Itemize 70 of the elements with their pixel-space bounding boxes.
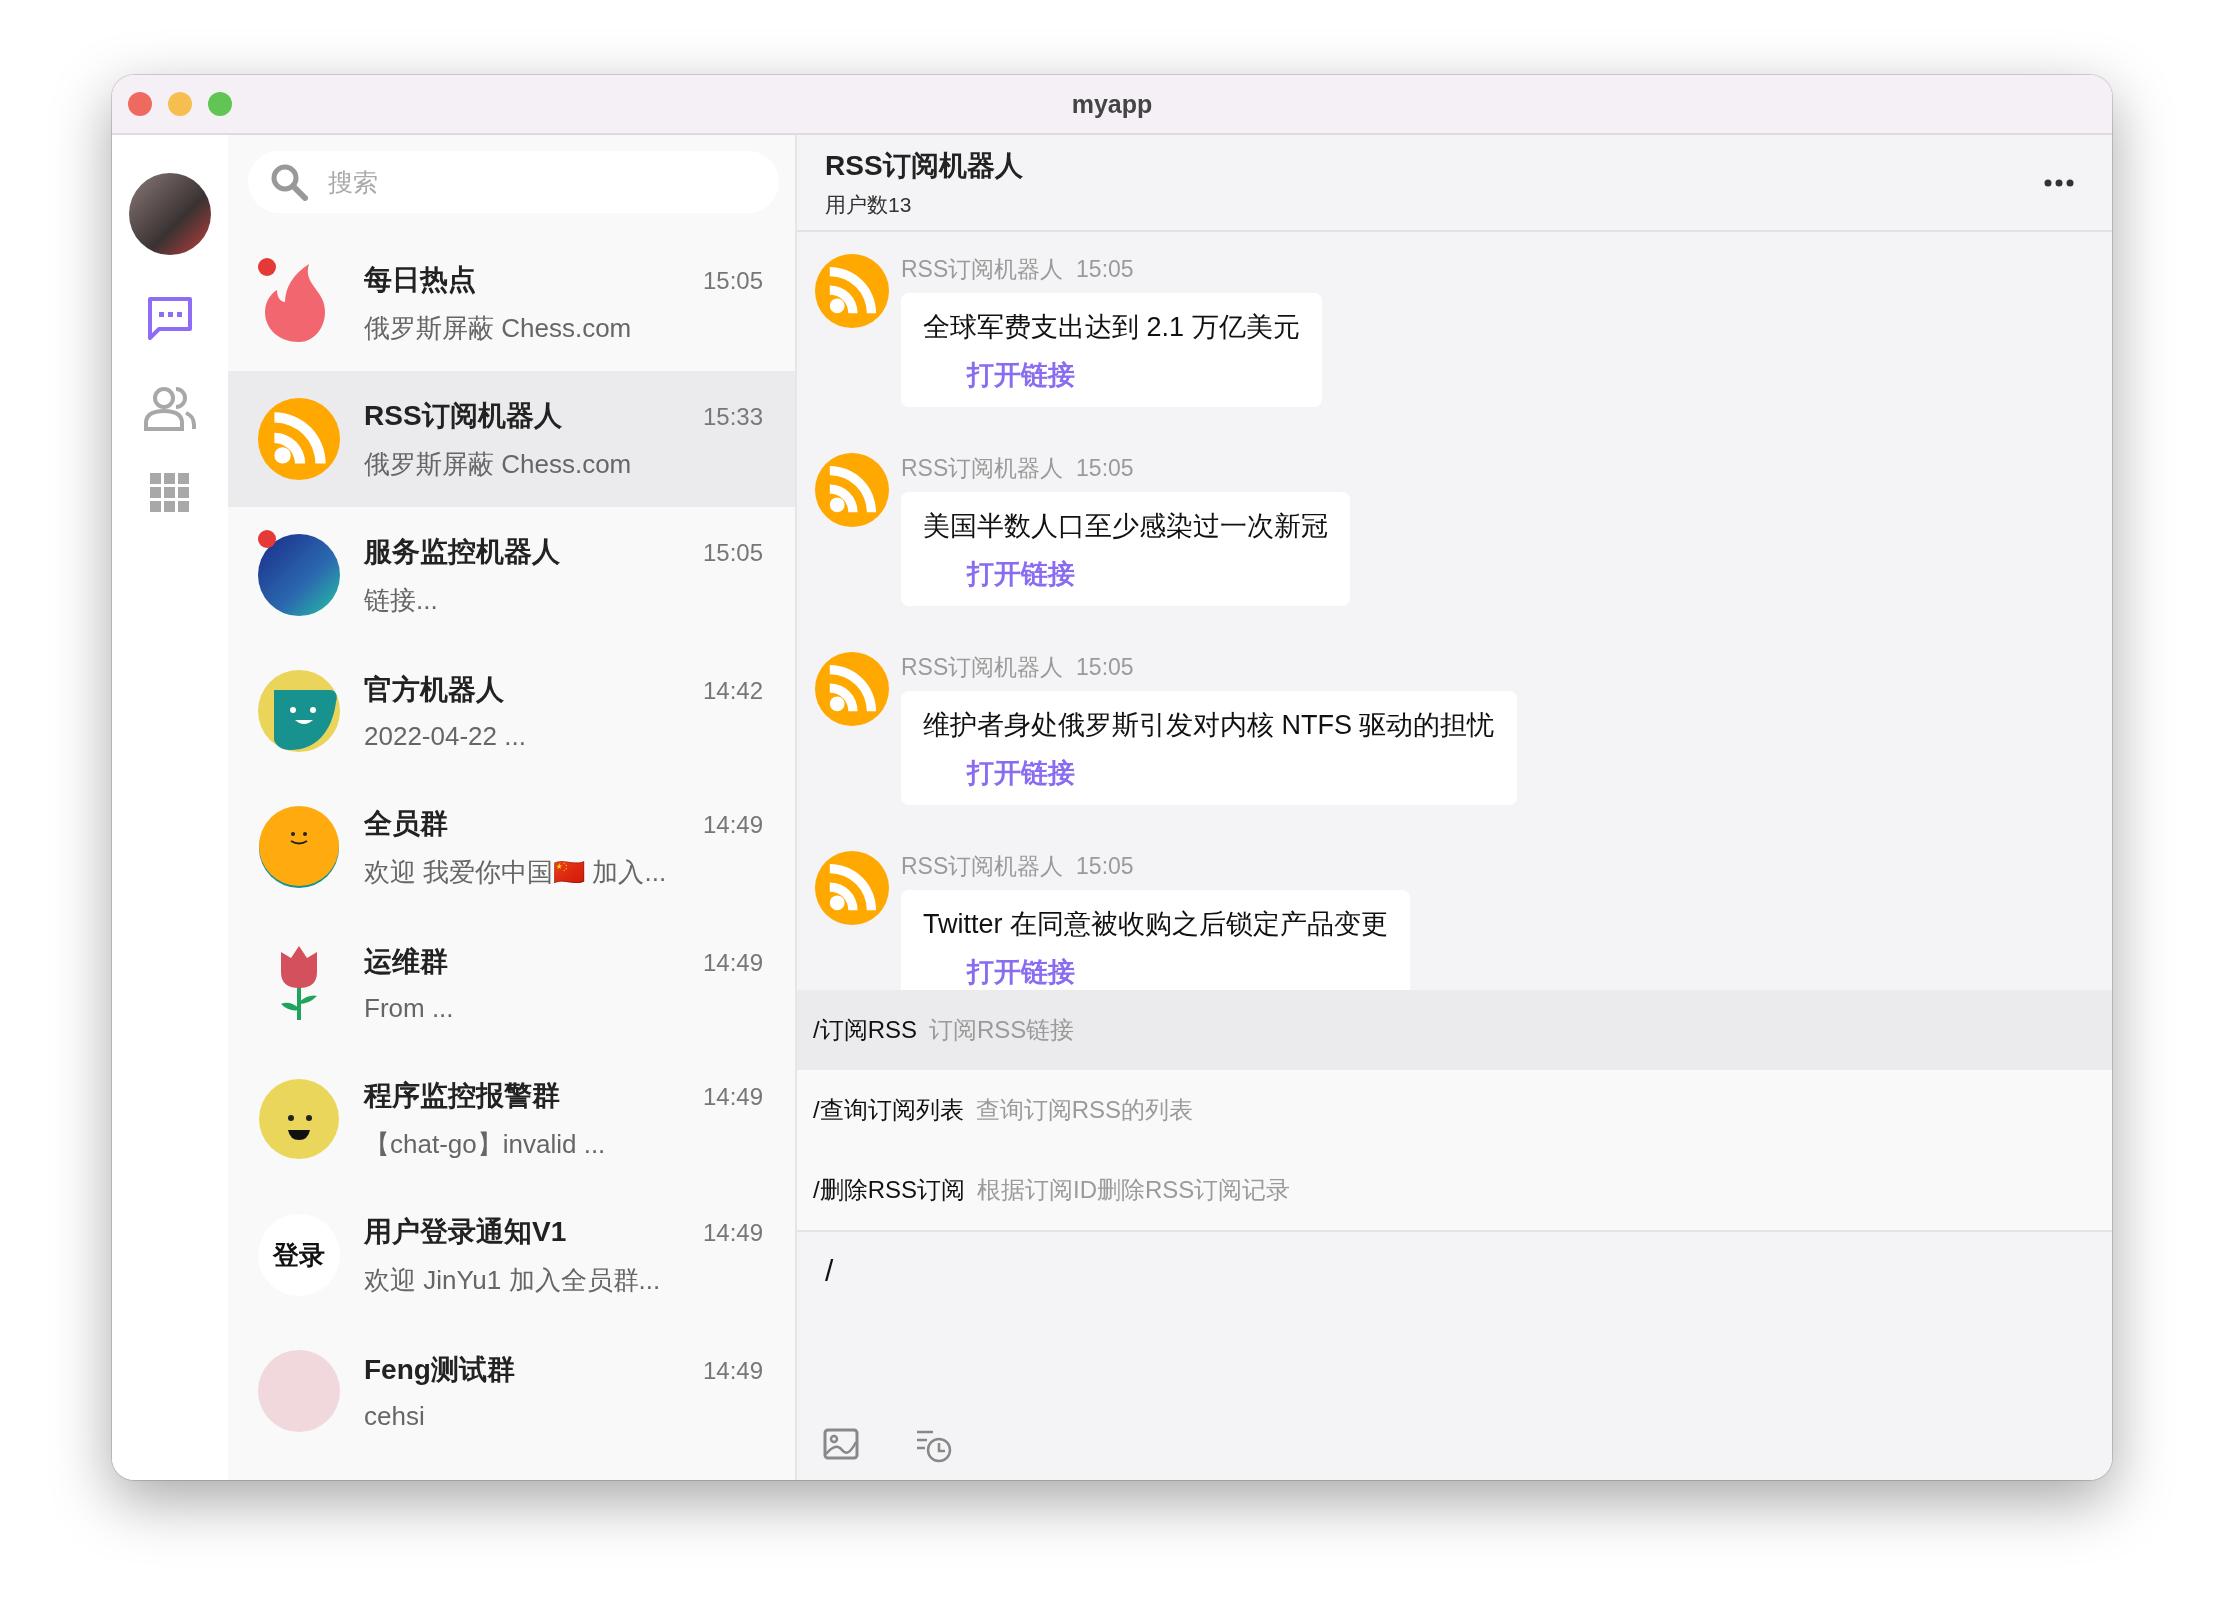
history-button[interactable]: [915, 1428, 953, 1464]
open-link[interactable]: 打开链接: [967, 357, 1300, 393]
message-text: 维护者身处俄罗斯引发对内核 NTFS 驱动的担忧: [923, 709, 1495, 742]
command-description: 订阅RSS链接: [929, 1015, 1075, 1045]
command-item[interactable]: /删除RSS订阅 根据订阅ID删除RSS订阅记录: [797, 1150, 2112, 1230]
conversation-item[interactable]: 官方机器人 14:42 2022-04-22 ...: [228, 643, 795, 779]
conversation-preview: From ...: [364, 992, 455, 1024]
conversation-name: 运维群: [364, 944, 448, 979]
conversation-item[interactable]: 每日热点 15:05 俄罗斯屏蔽 Chess.com: [228, 235, 795, 371]
command-item[interactable]: /订阅RSS 订阅RSS链接: [797, 990, 2112, 1070]
history-icon: [915, 1428, 953, 1464]
conversation-item[interactable]: Feng测试群 14:49 cehsi: [228, 1323, 795, 1459]
conversation-preview: cehsi: [364, 1400, 426, 1432]
command-name: /查询订阅列表: [813, 1095, 964, 1125]
search-icon: [270, 163, 308, 201]
chat-title: RSS订阅机器人: [825, 148, 1023, 183]
conversation-name: RSS订阅机器人: [364, 398, 562, 433]
close-button[interactable]: [128, 92, 152, 116]
conversation-name: 服务监控机器人: [364, 534, 560, 569]
command-name: /删除RSS订阅: [813, 1175, 965, 1205]
conversation-preview: 链接...: [364, 583, 439, 617]
message-input[interactable]: /: [821, 1246, 2088, 1296]
conversation-time: 14:49: [702, 1356, 763, 1385]
conversation-name: 官方机器人: [364, 672, 504, 707]
conversation-name: 用户登录通知V1: [364, 1214, 567, 1249]
conversation-preview: 欢迎 JinYu1 加入全员群...: [364, 1263, 662, 1297]
zoom-button[interactable]: [208, 92, 232, 116]
conversation-item[interactable]: 程序监控报警群 14:49 【chat-go】invalid ...: [228, 1051, 795, 1187]
message-meta: RSS订阅机器人 15:05: [901, 852, 1135, 881]
conversation-item[interactable]: 服务监控机器人 15:05 链接...: [228, 507, 795, 643]
conversation-time: 15:05: [702, 266, 763, 295]
conversation-time: 14:49: [702, 810, 763, 839]
message-text: 美国半数人口至少感染过一次新冠: [923, 510, 1328, 543]
conversation-item[interactable]: 运维群 14:49 From ...: [228, 915, 795, 1051]
open-link[interactable]: 打开链接: [967, 954, 1388, 990]
open-link[interactable]: 打开链接: [967, 755, 1495, 791]
conversation-preview: 【chat-go】invalid ...: [364, 1127, 607, 1161]
conversation-time: 14:49: [702, 1082, 763, 1111]
message-text: 全球军费支出达到 2.1 万亿美元: [923, 311, 1300, 344]
image-icon: [823, 1428, 859, 1460]
message-text: Twitter 在同意被收购之后锁定产品变更: [923, 908, 1388, 941]
conversation-name: 程序监控报警群: [364, 1078, 560, 1113]
conversation-time: 15:05: [702, 538, 763, 567]
conversation-name: Feng测试群: [364, 1352, 515, 1387]
more-icon: [2044, 178, 2074, 187]
login-avatar: 登录: [258, 1214, 340, 1296]
open-link[interactable]: 打开链接: [967, 556, 1328, 592]
conversation-item[interactable]: RSS订阅机器人 15:33 俄罗斯屏蔽 Chess.com: [228, 371, 795, 507]
conversation-time: 14:42: [702, 676, 763, 705]
conversation-item[interactable]: 登录 用户登录通知V1 14:49 欢迎 JinYu1 加入全员群...: [228, 1187, 795, 1323]
conversation-time: 14:49: [702, 948, 763, 977]
conversation-preview: 欢迎 我爱你中国🇨🇳 加入...: [364, 855, 668, 889]
conversation-item[interactable]: 全员群 14:49 欢迎 我爱你中国🇨🇳 加入...: [228, 779, 795, 915]
conversation-preview: 俄罗斯屏蔽 Chess.com: [364, 447, 633, 481]
conversation-preview: 2022-04-22 ...: [364, 720, 527, 752]
conversation-preview: 俄罗斯屏蔽 Chess.com: [364, 311, 633, 345]
command-item[interactable]: /查询订阅列表 查询订阅RSS的列表: [797, 1070, 2112, 1150]
message-meta: RSS订阅机器人 15:05: [901, 454, 1135, 483]
message-meta: RSS订阅机器人 15:05: [901, 255, 1135, 284]
message-meta: RSS订阅机器人 15:05: [901, 653, 1135, 682]
conversation-name: 每日热点: [364, 262, 476, 297]
command-name: /订阅RSS: [813, 1015, 917, 1045]
command-description: 查询订阅RSS的列表: [975, 1095, 1194, 1125]
command-description: 根据订阅ID删除RSS订阅记录: [977, 1175, 1291, 1205]
window-title: myapp: [1071, 89, 1153, 119]
member-count: 用户数13: [825, 191, 913, 218]
search-field[interactable]: 搜索: [248, 151, 779, 213]
conversation-time: 14:49: [702, 1218, 763, 1247]
conversation-name: 全员群: [364, 806, 448, 841]
conversation-time: 15:33: [702, 402, 763, 431]
